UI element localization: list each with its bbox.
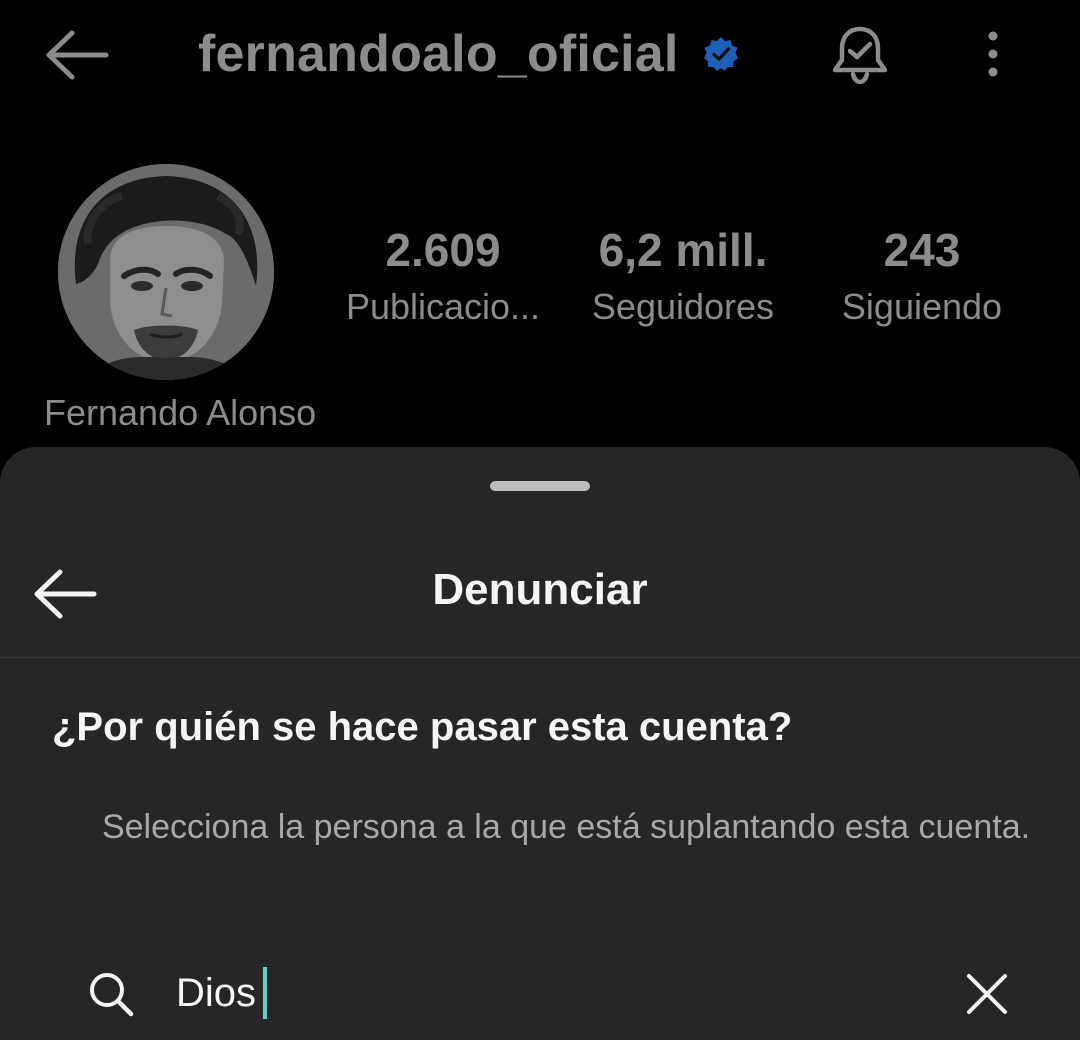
search-input[interactable] <box>176 965 916 1021</box>
avatar-portrait-icon <box>58 164 274 380</box>
more-options-icon[interactable] <box>978 30 1008 80</box>
profile-top-bar: fernandoalo_oficial <box>0 0 1080 110</box>
followers-label: Seguidores <box>591 286 775 327</box>
sheet-drag-handle[interactable] <box>490 481 590 491</box>
followers-count-stat[interactable]: 6,2 mill. Seguidores <box>578 222 788 332</box>
verified-badge-icon <box>703 37 738 71</box>
following-label: Siguiendo <box>841 286 1003 327</box>
close-icon[interactable] <box>964 971 1010 1017</box>
notification-bell-icon[interactable] <box>830 24 890 86</box>
profile-full-name: Fernando Alonso <box>44 392 317 433</box>
text-caret <box>263 967 267 1019</box>
sheet-title: Denunciar <box>432 565 648 614</box>
profile-avatar[interactable] <box>58 164 274 380</box>
posts-label: Publicacio... <box>345 286 541 327</box>
report-question-heading: ¿Por quién se hace pasar esta cuenta? <box>52 705 793 749</box>
posts-count-stat[interactable]: 2.609 Publicacio... <box>338 222 548 332</box>
sheet-header: Denunciar <box>0 547 1080 658</box>
report-question-subtitle: Selecciona la persona a la que está supl… <box>101 808 1031 846</box>
profile-username-row: fernandoalo_oficial <box>198 22 739 86</box>
profile-username: fernandoalo_oficial <box>198 25 679 83</box>
posts-count: 2.609 <box>385 224 501 276</box>
followers-count: 6,2 mill. <box>598 224 768 276</box>
following-count-stat[interactable]: 243 Siguiendo <box>822 222 1022 332</box>
report-bottom-sheet: Denunciar ¿Por quién se hace pasar esta … <box>0 447 1080 1040</box>
instagram-report-screen: fernandoalo_oficial 2.609 Publicacio... … <box>0 0 1080 1040</box>
profile-background: fernandoalo_oficial 2.609 Publicacio... … <box>0 0 1080 460</box>
back-arrow-icon[interactable] <box>44 30 110 80</box>
search-icon <box>90 973 134 1017</box>
following-count: 243 <box>883 224 961 276</box>
search-row <box>0 957 1080 1027</box>
